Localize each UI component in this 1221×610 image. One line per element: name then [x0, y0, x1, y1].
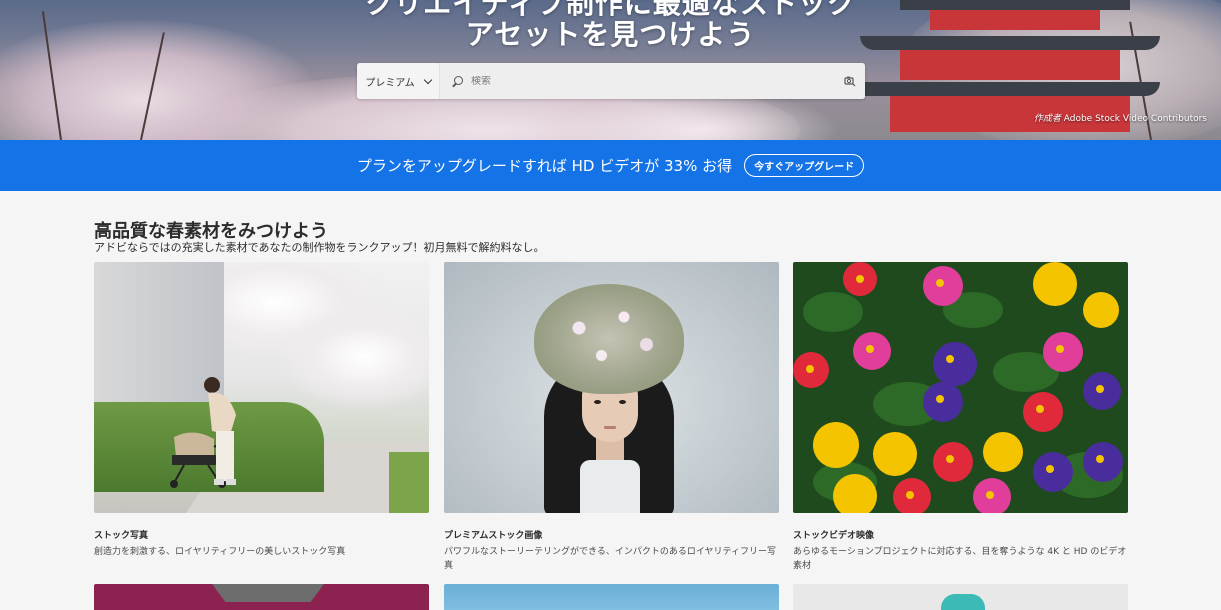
- card-image-stock-photos[interactable]: [94, 262, 429, 513]
- visual-search-button[interactable]: [835, 63, 865, 99]
- card-image-row2-3[interactable]: [793, 584, 1128, 610]
- card-title[interactable]: ストックビデオ映像: [793, 528, 1128, 541]
- card-image-row2-1[interactable]: [94, 584, 429, 610]
- card-description: 創造力を刺激する、ロイヤリティフリーの美しいストック写真: [94, 547, 346, 557]
- credit-name[interactable]: Adobe Stock Video Contributors: [1064, 114, 1207, 124]
- content-type-label: プレミアム: [365, 77, 415, 89]
- person-figure: [204, 377, 236, 485]
- content-type-dropdown[interactable]: プレミアム: [357, 63, 440, 99]
- search-input[interactable]: [471, 75, 831, 87]
- card-premium-stock-images[interactable]: プレミアムストック画像 パワフルなストーリーテリングができる、インパクトのあるロ…: [444, 262, 779, 573]
- upgrade-banner: プランをアップグレードすれば HD ビデオが 33% お得 今すぐアップグレード: [0, 140, 1221, 191]
- card-title[interactable]: プレミアムストック画像: [444, 528, 779, 541]
- card-description: パワフルなストーリーテリングができる、インパクトのあるロイヤリティフリー写真: [444, 547, 777, 571]
- search-bar: プレミアム: [357, 63, 865, 99]
- flower-crown: [534, 284, 684, 394]
- camera-search-icon: [844, 76, 856, 87]
- card-image-stock-video[interactable]: [793, 262, 1128, 513]
- search-icon: [452, 75, 463, 87]
- hero-credit: 作成者 Adobe Stock Video Contributors: [1034, 111, 1207, 124]
- card-stock-video[interactable]: ストックビデオ映像 あらゆるモーションプロジェクトに対応する、目を奪うような 4…: [793, 262, 1128, 573]
- credit-prefix: 作成者: [1033, 114, 1061, 124]
- upgrade-message: プランをアップグレードすれば HD ビデオが 33% お得: [356, 157, 733, 175]
- hero-banner: クリエイティブ制作に最適なストック アセットを見つけよう プレミアム 作成者 A…: [0, 0, 1221, 140]
- card-image-row2-2[interactable]: [444, 584, 779, 610]
- card-title[interactable]: ストック写真: [94, 528, 429, 541]
- card-image-premium-stock[interactable]: [444, 262, 779, 513]
- search-field: [440, 63, 835, 99]
- card-stock-photos[interactable]: ストック写真 創造力を刺激する、ロイヤリティフリーの美しいストック写真: [94, 262, 429, 559]
- card-description: あらゆるモーションプロジェクトに対応する、目を奪うような 4K と HD のビデ…: [793, 547, 1127, 571]
- chevron-down-icon: [423, 75, 432, 84]
- section-subheading: アドビならではの充実した素材であなたの制作物をランクアップ！初月無料で解約料なし…: [94, 241, 545, 254]
- upgrade-now-button[interactable]: 今すぐアップグレード: [744, 154, 865, 177]
- hero-title-line2: アセットを見つけよう: [465, 18, 756, 51]
